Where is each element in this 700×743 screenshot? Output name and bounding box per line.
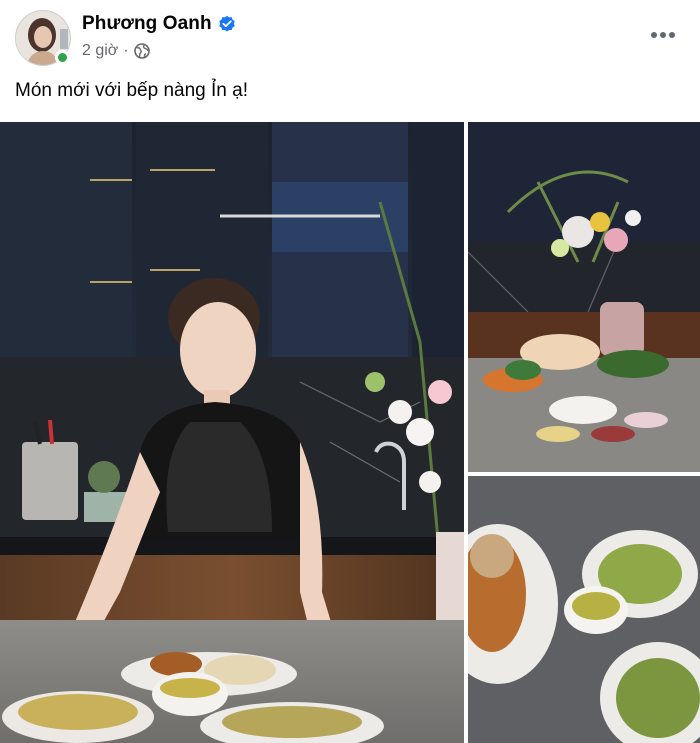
author-name-row: Phương Oanh [82, 12, 236, 36]
online-status-dot [55, 50, 70, 65]
verified-badge-icon [218, 15, 235, 32]
author-avatar[interactable] [15, 10, 71, 66]
globe-icon[interactable] [133, 43, 150, 59]
more-options-button[interactable] [646, 22, 680, 48]
photo-ingredients-table[interactable] [468, 122, 700, 472]
post-caption: Món mới với bếp nàng Ỉn ạ! [15, 80, 248, 101]
more-dot [660, 32, 666, 38]
meta-separator: · [123, 42, 129, 59]
photo-finished-dishes[interactable] [468, 476, 700, 743]
more-dot [669, 32, 675, 38]
facebook-post: Phương Oanh 2 giờ · Món mới với bếp nàng… [0, 0, 700, 743]
post-timestamp[interactable]: 2 giờ [82, 42, 118, 60]
more-dot [651, 32, 657, 38]
post-meta: 2 giờ · [82, 42, 150, 60]
photo-grid [0, 122, 700, 743]
post-header: Phương Oanh 2 giờ · [0, 0, 700, 72]
photo-woman-serving-dishes[interactable] [0, 122, 464, 743]
author-name[interactable]: Phương Oanh [82, 13, 212, 35]
